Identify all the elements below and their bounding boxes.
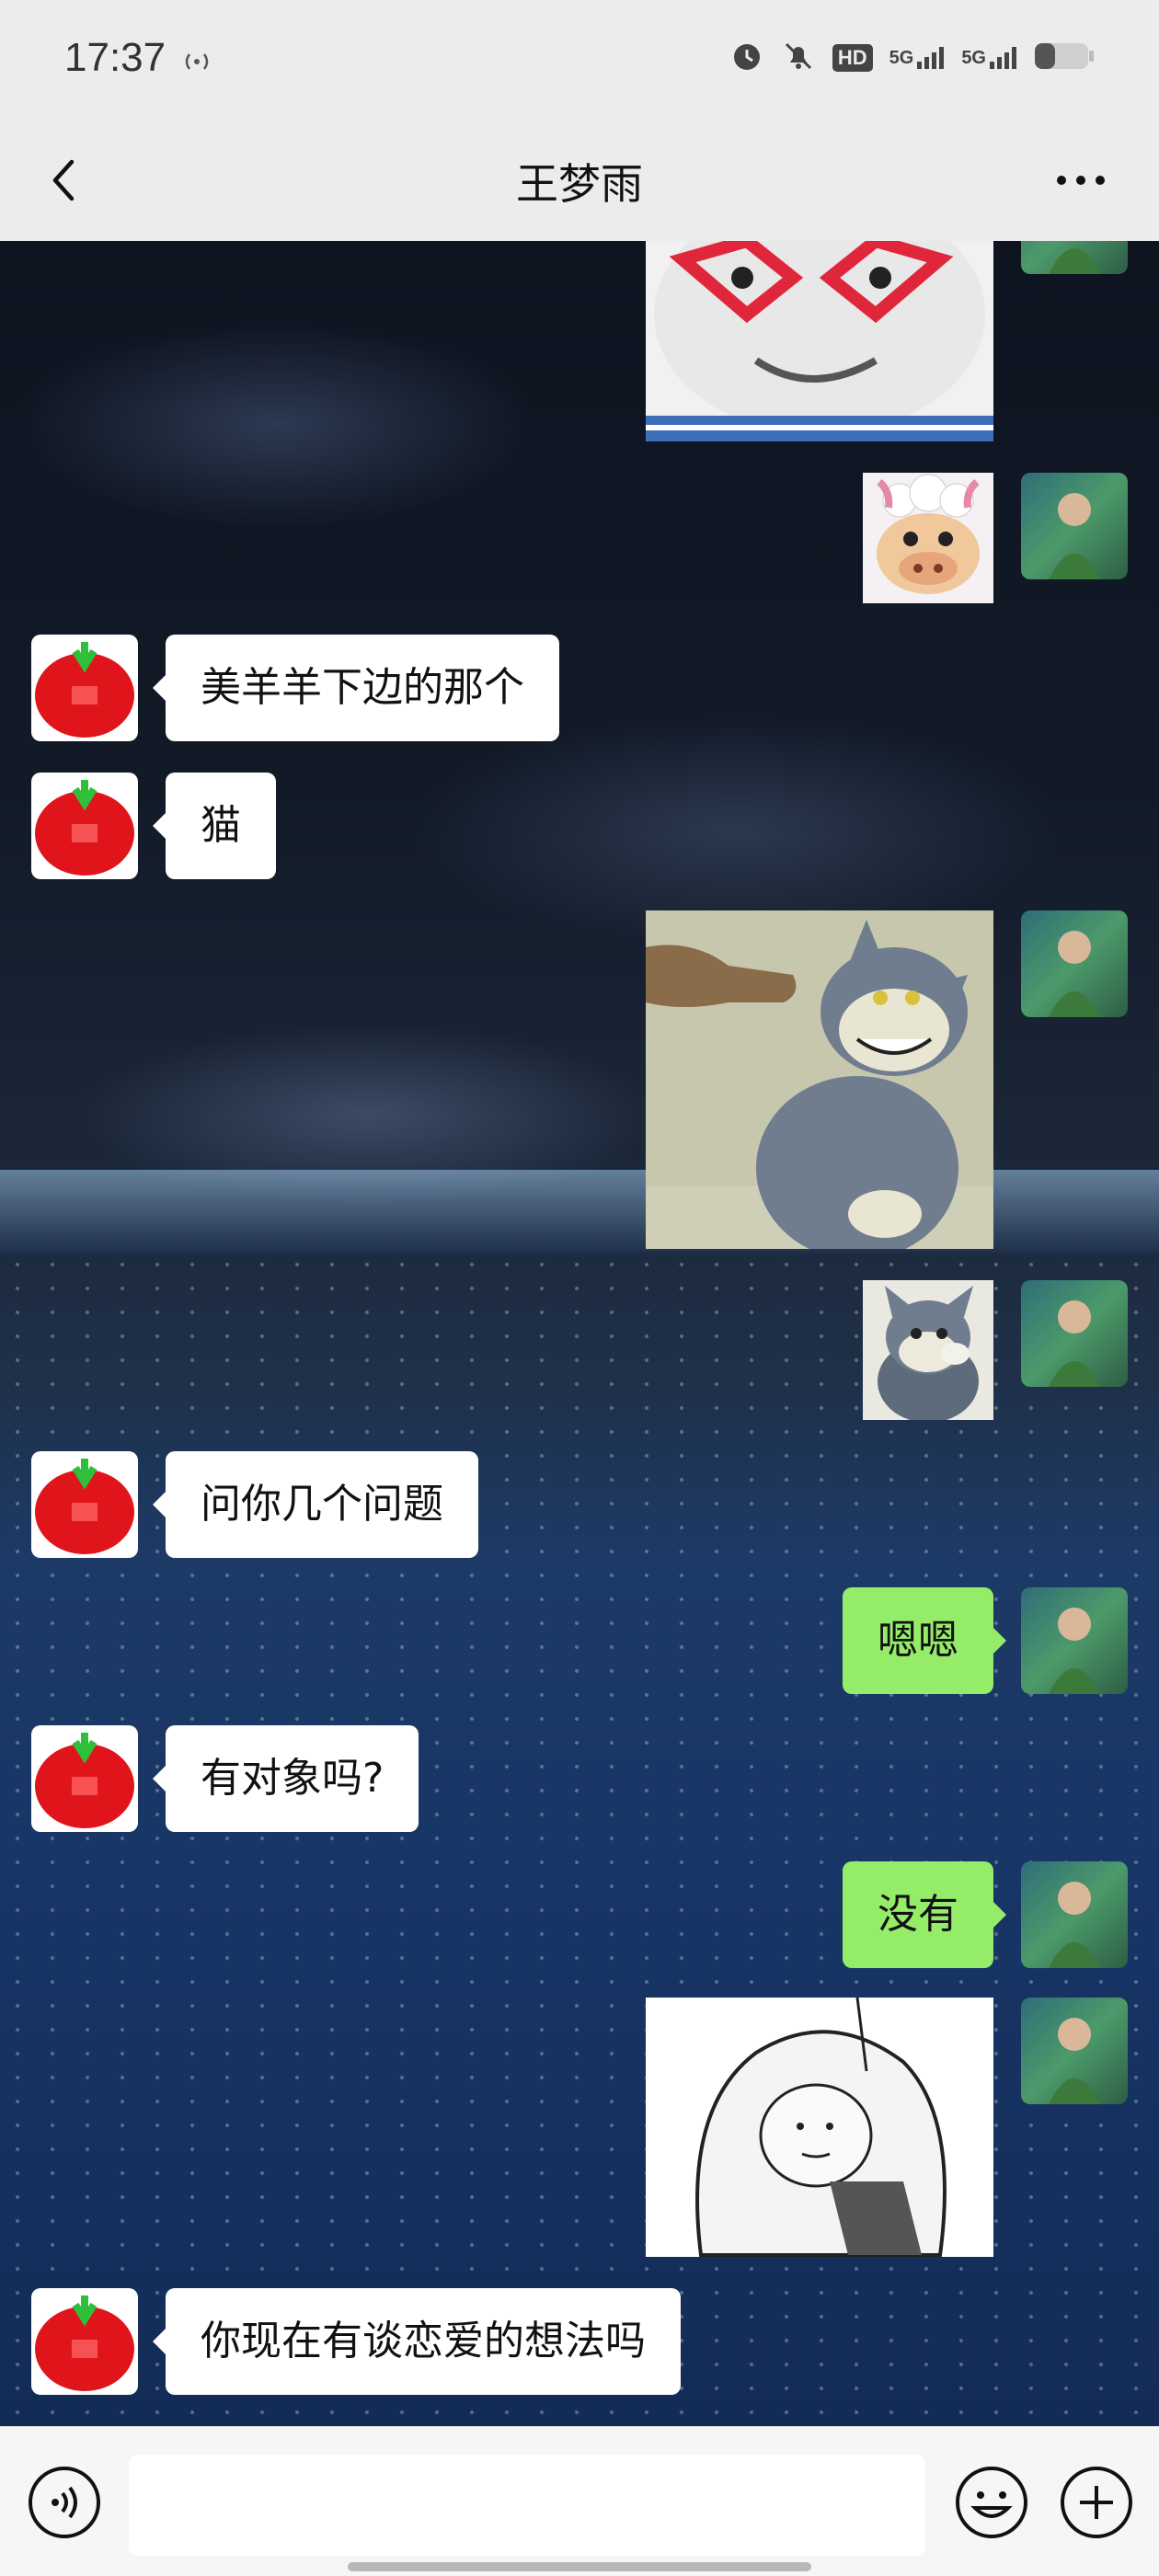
chat-title: 王梦雨 (516, 159, 643, 209)
nfc-icon (180, 48, 213, 79)
mute-icon (781, 39, 816, 77)
sticker-tom-cat-pointing[interactable] (646, 910, 993, 1249)
contact-avatar[interactable] (31, 1725, 138, 1832)
sticker-face-glasses[interactable] (646, 241, 993, 441)
contact-avatar[interactable] (31, 2288, 138, 2395)
emoji-icon (956, 2467, 1027, 2538)
signal-5g-1: 5G (889, 47, 946, 69)
plus-icon (1061, 2467, 1132, 2538)
message-bubble-other[interactable]: 问你几个问题 (153, 1451, 478, 1558)
more-icon (1057, 176, 1105, 185)
contact-avatar[interactable] (31, 773, 138, 879)
battery-icon (1034, 40, 1095, 75)
status-bar: 17:37 HD 5G 5G (0, 0, 1159, 120)
self-avatar[interactable] (1021, 1587, 1128, 1694)
contact-avatar[interactable] (31, 635, 138, 741)
chat-header: 王梦雨 (0, 120, 1159, 241)
hd-badge: HD (832, 44, 873, 72)
signal-5g-2: 5G (961, 47, 1017, 69)
add-button[interactable] (1058, 2464, 1135, 2541)
emoji-button[interactable] (953, 2464, 1030, 2541)
sticker-comic-blanket[interactable] (646, 1998, 993, 2257)
status-icons: HD 5G 5G (729, 39, 1095, 77)
message-bubble-other[interactable]: 美羊羊下边的那个 (153, 635, 559, 741)
home-indicator[interactable] (348, 2562, 811, 2571)
sticker-tom-cat-small[interactable] (863, 1280, 993, 1420)
alarm-icon (729, 39, 764, 77)
contact-avatar[interactable] (31, 1451, 138, 1558)
message-bubble-self[interactable]: 嗯嗯 (843, 1587, 1006, 1694)
message-bubble-other[interactable]: 你现在有谈恋爱的想法吗 (153, 2288, 681, 2395)
voice-button[interactable] (26, 2464, 103, 2541)
sticker-cartoon-sheep[interactable] (863, 473, 993, 603)
tomato-avatar-icon (35, 642, 134, 738)
voice-icon (29, 2467, 100, 2538)
message-bubble-self[interactable]: 没有 (843, 1861, 1006, 1968)
self-avatar[interactable] (1021, 1280, 1128, 1387)
self-avatar[interactable] (1021, 1998, 1128, 2104)
message-input-bar (0, 2426, 1159, 2576)
message-bubble-other[interactable]: 有对象吗? (152, 1725, 419, 1832)
message-bubble-other[interactable]: 猫 (153, 773, 276, 879)
more-button[interactable] (1049, 153, 1113, 208)
self-avatar[interactable] (1021, 473, 1128, 579)
chat-message-list[interactable]: 美羊羊下边的那个 猫 问你几个问题 嗯嗯 有对象吗? 没有 你现在有谈恋爱的想法… (0, 241, 1159, 2426)
message-input[interactable] (129, 2455, 925, 2556)
self-avatar[interactable] (1021, 241, 1128, 274)
self-avatar[interactable] (1021, 1861, 1128, 1968)
status-time: 17:37 (64, 35, 166, 80)
self-avatar[interactable] (1021, 910, 1128, 1017)
